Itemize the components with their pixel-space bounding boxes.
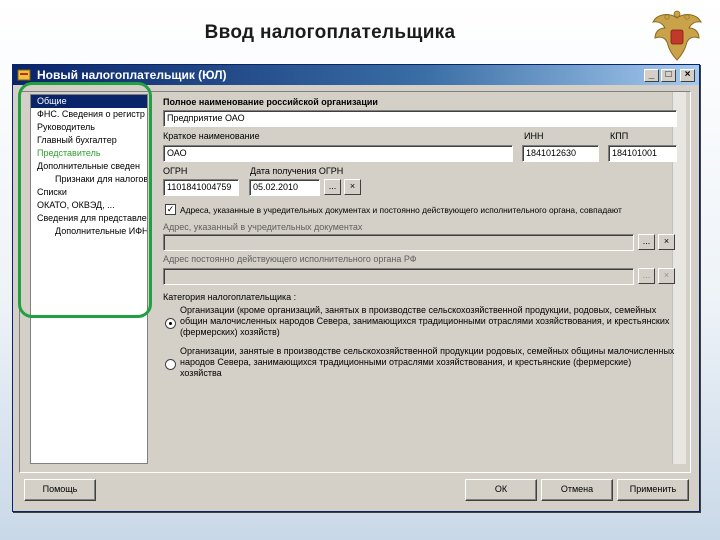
category-radio-organizations[interactable] bbox=[165, 318, 176, 329]
date-picker-button[interactable]: ... bbox=[324, 179, 341, 195]
help-button[interactable]: Помощь bbox=[24, 479, 96, 501]
minimize-button[interactable]: _ bbox=[644, 68, 659, 82]
maximize-button[interactable]: □ bbox=[661, 68, 676, 82]
nav-item[interactable]: Признаки для налогово bbox=[31, 173, 147, 186]
short-name-input[interactable]: ОАО bbox=[163, 145, 513, 162]
ogrn-date-input[interactable]: 05.02.2010 bbox=[249, 179, 320, 196]
slide-title: Ввод налогоплательщика bbox=[204, 22, 456, 43]
ogrn-input[interactable]: 1101841004759 bbox=[163, 179, 239, 196]
same-address-label: Адреса, указанные в учредительных докуме… bbox=[180, 205, 622, 215]
dialog-titlebar[interactable]: Новый налогоплательщик (ЮЛ) _ □ × bbox=[13, 65, 699, 85]
ok-button[interactable]: ОК bbox=[465, 479, 537, 501]
dialog-title: Новый налогоплательщик (ЮЛ) bbox=[37, 68, 227, 82]
inn-label: ИНН bbox=[524, 131, 544, 141]
nav-item[interactable]: Сведения для представле bbox=[31, 212, 147, 225]
nav-item[interactable]: Списки bbox=[31, 186, 147, 199]
full-name-label: Полное наименование российской организац… bbox=[163, 97, 378, 107]
kpp-label: КПП bbox=[610, 131, 629, 141]
ogrn-date-label: Дата получения ОГРН bbox=[250, 166, 344, 176]
nav-item[interactable]: Главный бухгалтер bbox=[31, 134, 147, 147]
exec-address-picker-button[interactable]: ... bbox=[638, 268, 655, 284]
exec-address-label: Адрес постоянно действующего исполнитель… bbox=[163, 254, 417, 264]
kpp-input[interactable]: 184101001 bbox=[608, 145, 677, 162]
founding-address-input[interactable] bbox=[163, 234, 634, 251]
category-option-agricultural: Организации, занятые в производстве сель… bbox=[180, 346, 675, 378]
nav-item[interactable]: Руководитель bbox=[31, 121, 147, 134]
coat-of-arms-icon bbox=[652, 10, 702, 61]
date-clear-button[interactable]: × bbox=[344, 179, 361, 195]
cancel-button[interactable]: Отмена bbox=[541, 479, 613, 501]
category-label: Категория налогоплательщика : bbox=[163, 292, 297, 302]
nav-item[interactable]: ФНС. Сведения о регистр bbox=[31, 108, 147, 121]
app-icon bbox=[17, 69, 31, 81]
close-button[interactable]: × bbox=[680, 68, 695, 82]
nav-item[interactable]: Дополнительные сведен bbox=[31, 160, 147, 173]
full-name-input[interactable]: Предприятие ОАО bbox=[163, 110, 677, 127]
short-name-label: Краткое наименование bbox=[163, 131, 260, 141]
nav-item[interactable]: Общие bbox=[31, 95, 147, 108]
category-option-organizations: Организации (кроме организаций, занятых … bbox=[180, 305, 670, 337]
exec-address-input[interactable] bbox=[163, 268, 634, 285]
founding-address-picker-button[interactable]: ... bbox=[638, 234, 655, 250]
same-address-checkbox[interactable]: ✓ bbox=[165, 204, 176, 215]
category-radio-agricultural[interactable] bbox=[165, 359, 176, 370]
apply-button[interactable]: Применить bbox=[617, 479, 689, 501]
founding-address-label: Адрес, указанный в учредительных докумен… bbox=[163, 222, 363, 232]
nav-item[interactable]: Дополнительные ИФН bbox=[31, 225, 147, 238]
inn-input[interactable]: 1841012630 bbox=[522, 145, 599, 162]
nav-item[interactable]: Представитель bbox=[31, 147, 147, 160]
nav-item[interactable]: ОКАТО, ОКВЭД, ... bbox=[31, 199, 147, 212]
founding-address-clear-button[interactable]: × bbox=[658, 234, 675, 250]
ogrn-label: ОГРН bbox=[163, 166, 188, 176]
section-nav-list[interactable]: Общие ФНС. Сведения о регистр Руководитель… bbox=[30, 94, 148, 464]
exec-address-clear-button[interactable]: × bbox=[658, 268, 675, 284]
